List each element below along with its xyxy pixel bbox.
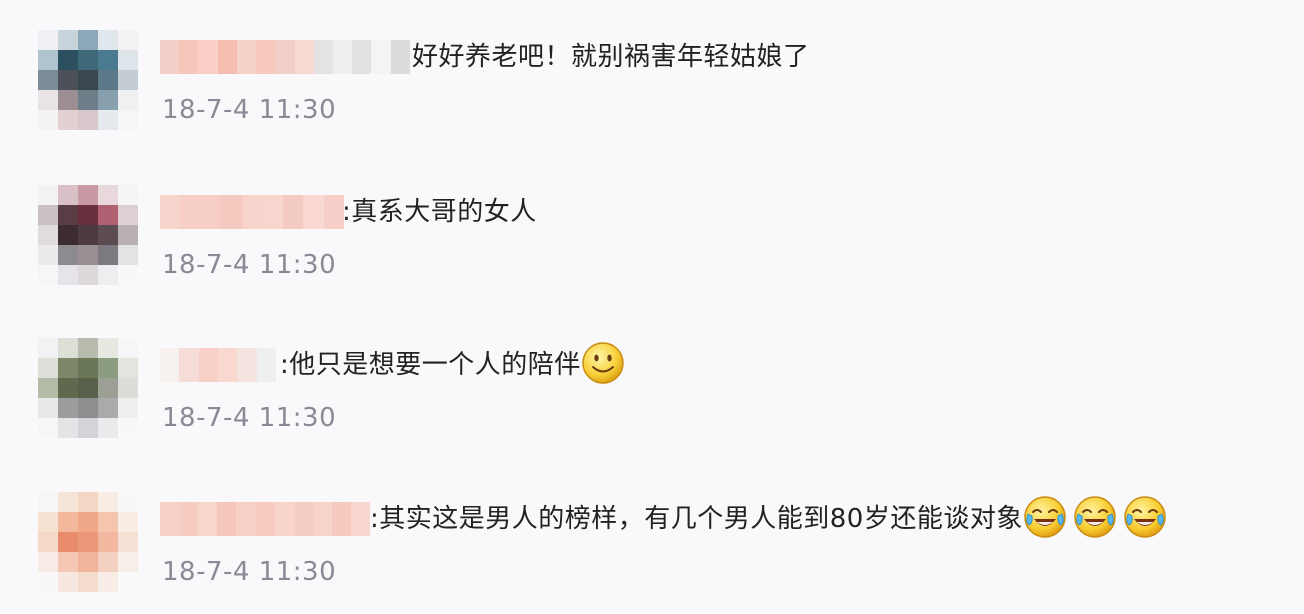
comment-timestamp: 18-7-4 11:30 (162, 95, 337, 125)
comment-item: :他只是想要一个人的陪伴 18-7-4 11:30 (0, 338, 1304, 478)
comment-text: :他只是想要一个人的陪伴 (280, 341, 625, 385)
avatar[interactable] (38, 185, 138, 285)
comment-item: :其实这是男人的榜样，有几个男人能到80岁还能谈对象 18-7-4 11:30 (0, 492, 1304, 614)
laugh-cry-face-icon (1023, 495, 1067, 539)
comment-text: :真系大哥的女人 (342, 193, 537, 231)
comment-text-content: :其实这是男人的榜样，有几个男人能到80岁还能谈对象 (370, 504, 1023, 534)
comment-text: 好好养老吧！就别祸害年轻姑娘了 (412, 38, 810, 76)
comment-timestamp: 18-7-4 11:30 (162, 557, 337, 587)
comment-timestamp: 18-7-4 11:30 (162, 403, 337, 433)
username-blurred[interactable] (160, 40, 410, 74)
smile-face-icon (581, 341, 625, 385)
comment-timestamp: 18-7-4 11:30 (162, 250, 337, 280)
username-blurred[interactable] (160, 348, 276, 382)
comment-text-content: :真系大哥的女人 (342, 197, 537, 227)
comment-text-content: 好好养老吧！就别祸害年轻姑娘了 (412, 42, 810, 72)
laugh-cry-face-icon (1123, 495, 1167, 539)
comment-item: :真系大哥的女人 18-7-4 11:30 (0, 185, 1304, 325)
username-blurred[interactable] (160, 195, 344, 229)
avatar[interactable] (38, 338, 138, 438)
laugh-cry-face-icon (1073, 495, 1117, 539)
comment-feed: 好好养老吧！就别祸害年轻姑娘了 18-7-4 11:30:真系大哥的女人 18-7-… (0, 0, 1304, 614)
avatar[interactable] (38, 492, 138, 592)
username-blurred[interactable] (160, 502, 370, 536)
comment-text: :其实这是男人的榜样，有几个男人能到80岁还能谈对象 (370, 495, 1167, 539)
comment-text-content: :他只是想要一个人的陪伴 (280, 350, 581, 380)
comment-item: 好好养老吧！就别祸害年轻姑娘了 18-7-4 11:30 (0, 30, 1304, 170)
avatar[interactable] (38, 30, 138, 130)
